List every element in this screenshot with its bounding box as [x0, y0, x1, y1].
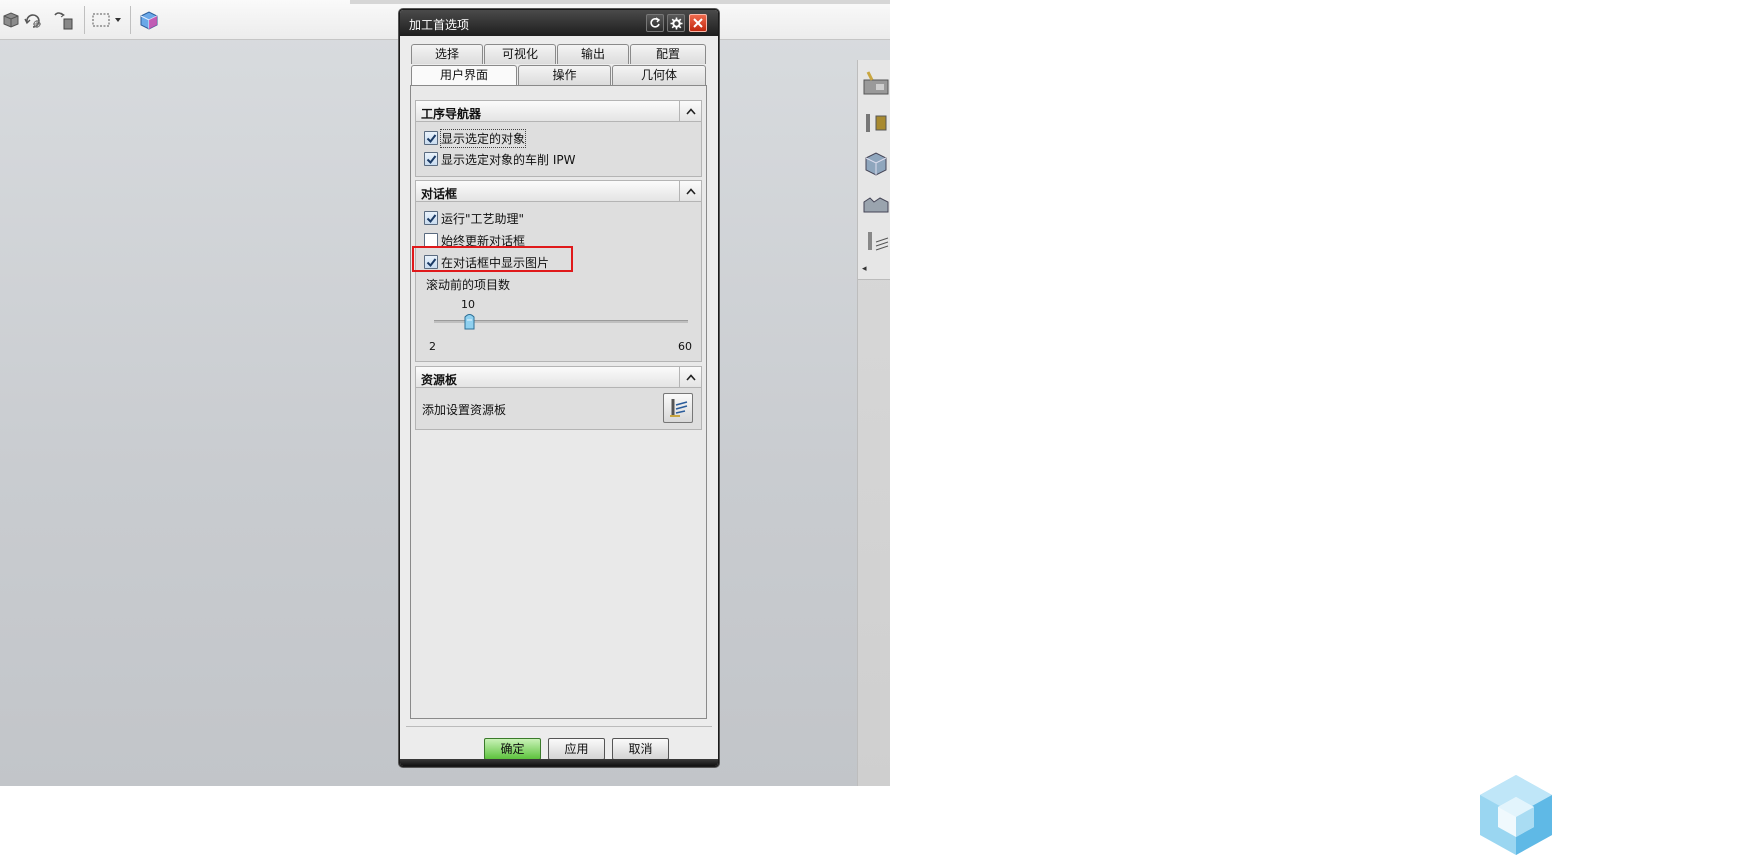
add-resource-label: 添加设置资源板 — [422, 403, 507, 417]
checkbox-run-process-assistant[interactable]: 运行"工艺助理" — [424, 209, 524, 227]
slider-min-value: 2 — [429, 340, 436, 353]
checkbox-show-turning-ipw[interactable]: 显示选定对象的车削 IPW — [424, 150, 575, 168]
slider-label: 滚动前的项目数 — [426, 278, 511, 292]
slider-current-value: 10 — [461, 298, 476, 311]
collapse-chevron-up-icon[interactable] — [679, 101, 701, 121]
checkbox-label: 运行"工艺助理" — [441, 211, 525, 226]
checkbox-checked-icon[interactable] — [424, 131, 438, 145]
drill-icon[interactable] — [862, 228, 890, 258]
group-title: 资源板 — [421, 373, 458, 387]
cube-icon[interactable] — [0, 9, 22, 31]
view-cube-icon[interactable] — [138, 9, 160, 31]
machining-preferences-dialog: 加工首选项 选择 可视化 输出 配置 用户界面 操作 几何体 工序导航器 显示选… — [399, 9, 719, 767]
ok-button[interactable]: 确定 — [484, 738, 541, 760]
gear-icon[interactable] — [667, 14, 685, 32]
group-header-navigator[interactable]: 工序导航器 — [415, 100, 702, 122]
toolbar-top-strip — [350, 0, 890, 4]
tab-panel-user-interface: 工序导航器 显示选定的对象 显示选定对象的车削 IPW 对话框 运行"工艺助理"… — [410, 85, 707, 719]
footer-divider — [406, 726, 712, 727]
dropdown-arrow-icon[interactable] — [113, 9, 123, 31]
group-title: 对话框 — [421, 187, 458, 201]
group-title: 工序导航器 — [421, 107, 482, 121]
checkbox-label: 显示选定对象的车削 IPW — [441, 152, 576, 167]
cancel-button[interactable]: 取消 — [612, 738, 669, 760]
slider-thumb[interactable] — [464, 312, 475, 330]
reset-icon[interactable] — [646, 14, 664, 32]
checkbox-checked-icon[interactable] — [424, 211, 438, 225]
machine-tool-icon[interactable] — [862, 68, 890, 98]
workpiece-icon[interactable] — [862, 148, 890, 178]
dialog-title: 加工首选项 — [409, 18, 470, 32]
tab-visualization[interactable]: 可视化 — [484, 44, 556, 64]
apply-button[interactable]: 应用 — [548, 738, 605, 760]
highlight-annotation-box — [412, 246, 573, 272]
checkbox-checked-icon[interactable] — [424, 152, 438, 166]
toolbar-separator — [84, 6, 85, 34]
checkbox-unchecked-icon[interactable] — [424, 233, 438, 247]
tab-geometry[interactable]: 几何体 — [612, 65, 706, 85]
close-icon[interactable] — [689, 14, 707, 32]
checkbox-label: 显示选定的对象 — [439, 128, 527, 148]
cavity-icon[interactable] — [862, 188, 890, 218]
slider-max-value: 60 — [678, 340, 692, 353]
group-header-resource[interactable]: 资源板 — [415, 366, 702, 388]
collapse-arrow-icon[interactable]: ◂ — [862, 264, 867, 274]
collapse-chevron-up-icon[interactable] — [679, 367, 701, 387]
tab-user-interface[interactable]: 用户界面 — [411, 65, 517, 86]
pan-icon[interactable] — [52, 9, 74, 31]
select-rectangle-icon[interactable] — [90, 9, 112, 31]
tab-operation[interactable]: 操作 — [518, 65, 611, 85]
checkbox-show-selected-objects[interactable]: 显示选定的对象 — [424, 128, 527, 148]
toolbar-separator — [130, 6, 131, 34]
group-body-navigator: 显示选定的对象 显示选定对象的车削 IPW — [415, 122, 702, 177]
group-body-dialog: 运行"工艺助理" 始终更新对话框 在对话框中显示图片 滚动前的项目数 10 2 … — [415, 202, 702, 362]
resource-tool-icon — [670, 399, 688, 417]
tool-icon[interactable] — [862, 108, 890, 138]
dialog-bottom-edge — [400, 759, 718, 766]
rotate-icon[interactable] — [22, 9, 44, 31]
group-body-resource: 添加设置资源板 — [415, 388, 702, 430]
tab-select[interactable]: 选择 — [411, 44, 483, 64]
collapse-chevron-up-icon[interactable] — [679, 181, 701, 201]
tab-output[interactable]: 输出 — [557, 44, 629, 64]
dialog-titlebar[interactable]: 加工首选项 — [400, 10, 718, 36]
resource-bar-icons: ◂ — [858, 60, 890, 280]
watermark-cube-logo-icon — [1478, 773, 1554, 857]
group-header-dialog[interactable]: 对话框 — [415, 180, 702, 202]
tab-config[interactable]: 配置 — [630, 44, 706, 64]
resource-bar: ◂ — [857, 60, 890, 786]
add-resource-button[interactable] — [663, 393, 693, 423]
